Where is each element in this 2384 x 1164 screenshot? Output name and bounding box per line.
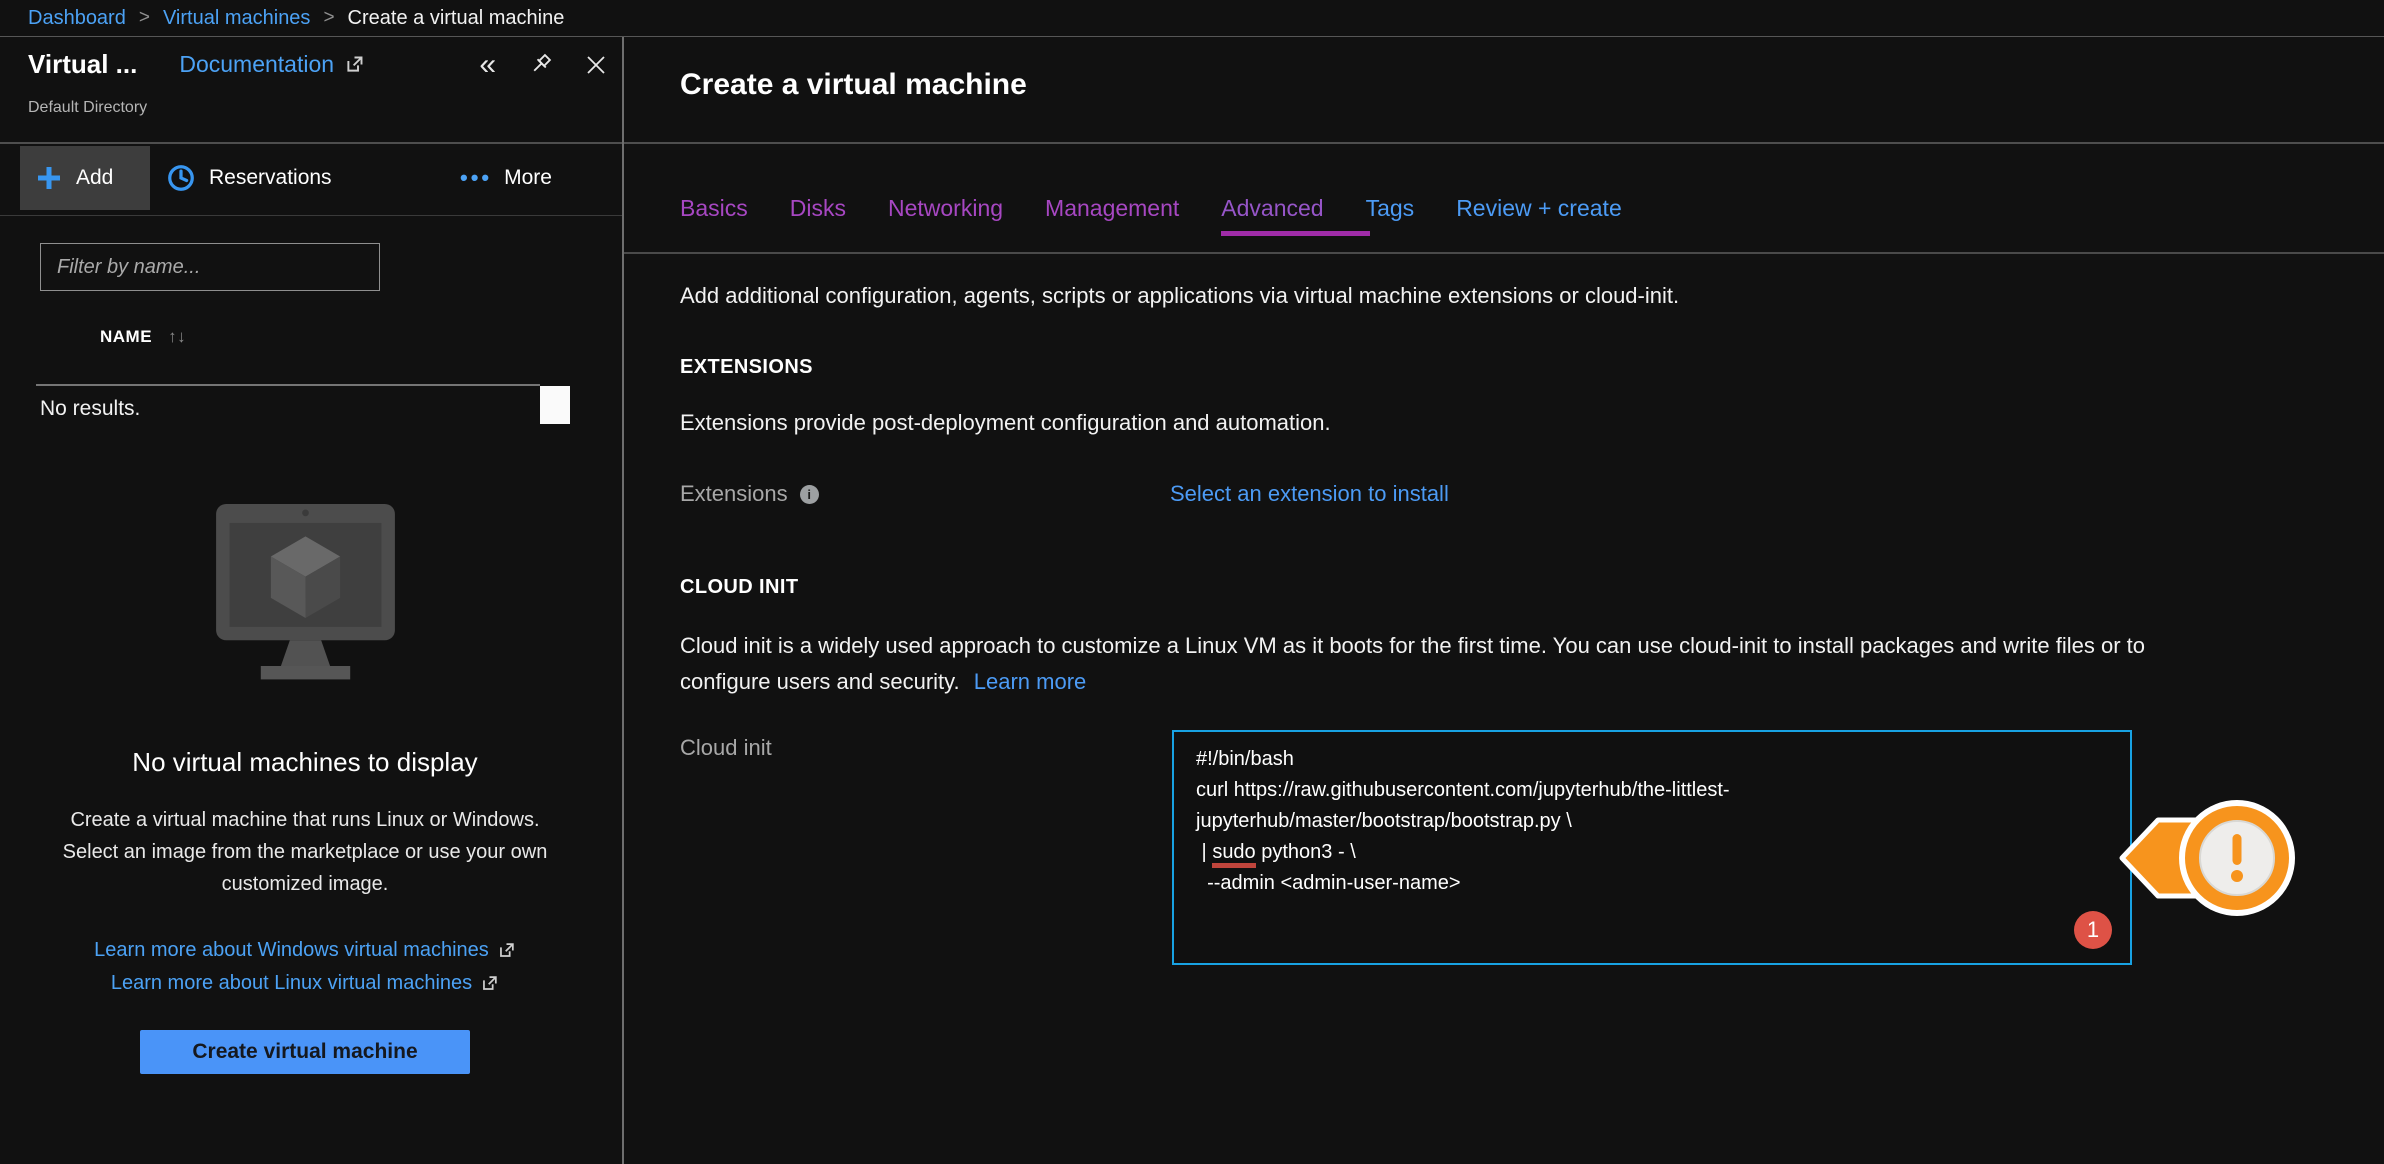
code-segment: | xyxy=(1196,841,1212,863)
virtual-machines-blade: Virtual ... Documentation « Default Dire… xyxy=(0,37,622,1164)
clock-icon xyxy=(166,163,196,193)
code-line: jupyterhub/master/bootstrap/bootstrap.py… xyxy=(1196,806,2108,837)
code-line: #!/bin/bash xyxy=(1196,744,2108,775)
empty-state: No virtual machines to display Create a … xyxy=(0,495,610,1074)
plus-icon xyxy=(36,165,62,191)
info-icon[interactable]: i xyxy=(800,485,819,504)
close-icon[interactable] xyxy=(584,53,608,77)
empty-state-description: Create a virtual machine that runs Linux… xyxy=(53,804,558,900)
learn-more-windows-label: Learn more about Windows virtual machine… xyxy=(94,934,489,967)
cloud-init-description: Cloud init is a widely used approach to … xyxy=(680,628,2210,700)
name-column-label: NAME xyxy=(100,327,152,346)
ellipsis-icon: ••• xyxy=(460,165,492,191)
tab-basics[interactable]: Basics xyxy=(680,195,748,222)
tabs-divider xyxy=(624,252,2384,254)
breadcrumb-separator-icon: > xyxy=(323,7,334,29)
more-button[interactable]: ••• More xyxy=(460,146,552,210)
documentation-link[interactable]: Documentation xyxy=(179,51,365,78)
extensions-field-label: Extensions xyxy=(680,481,788,507)
name-column-header[interactable]: NAME ↑↓ xyxy=(100,327,186,347)
blade-title: Virtual ... xyxy=(28,49,137,80)
pin-icon[interactable] xyxy=(526,51,554,79)
select-extension-link[interactable]: Select an extension to install xyxy=(1170,481,1449,507)
blade-header: Virtual ... Documentation « xyxy=(28,49,608,80)
warning-annotation-marker xyxy=(2112,778,2312,938)
breadcrumb-virtual-machines[interactable]: Virtual machines xyxy=(163,7,310,30)
learn-more-linux-label: Learn more about Linux virtual machines xyxy=(111,967,472,1000)
misspelled-word: sudo xyxy=(1212,841,1255,868)
cloud-init-field-label: Cloud init xyxy=(680,735,772,761)
annotation-count-badge: 1 xyxy=(2074,911,2112,949)
reservations-label: Reservations xyxy=(209,166,332,190)
table-row-divider xyxy=(36,384,540,386)
extensions-description: Extensions provide post-deployment confi… xyxy=(680,410,1331,436)
page-title: Create a virtual machine xyxy=(680,68,1027,102)
documentation-label: Documentation xyxy=(179,51,334,78)
blade-toolbar: Add Reservations ••• More xyxy=(0,142,622,215)
collapse-blade-icon[interactable]: « xyxy=(479,50,496,80)
add-button[interactable]: Add xyxy=(20,146,150,210)
scrollbar-thumb[interactable] xyxy=(540,386,570,424)
empty-state-heading: No virtual machines to display xyxy=(0,747,610,778)
more-label: More xyxy=(504,166,552,190)
cloud-init-description-text: Cloud init is a widely used approach to … xyxy=(680,633,2145,694)
learn-more-windows-link[interactable]: Learn more about Windows virtual machine… xyxy=(94,934,516,967)
reservations-button[interactable]: Reservations xyxy=(166,146,332,210)
vm-monitor-illustration xyxy=(193,495,418,685)
learn-more-linux-link[interactable]: Learn more about Linux virtual machines xyxy=(111,967,499,1000)
code-line: --admin <admin-user-name> xyxy=(1196,868,2108,899)
breadcrumb-separator-icon: > xyxy=(139,7,150,29)
wizard-tabs: Basics Disks Networking Management Advan… xyxy=(680,195,1622,222)
tab-networking[interactable]: Networking xyxy=(888,195,1003,222)
tab-tags[interactable]: Tags xyxy=(1366,195,1415,222)
sort-arrows-icon: ↑↓ xyxy=(168,327,186,346)
directory-label: Default Directory xyxy=(28,99,147,117)
cloud-init-section-heading: CLOUD INIT xyxy=(680,576,798,599)
external-link-icon xyxy=(344,54,365,75)
breadcrumb-current: Create a virtual machine xyxy=(348,7,565,30)
tab-review-create[interactable]: Review + create xyxy=(1456,195,1622,222)
toolbar-divider xyxy=(0,215,622,216)
create-vm-panel: Create a virtual machine Basics Disks Ne… xyxy=(624,37,2384,1164)
code-line: | sudo python3 - \ xyxy=(1196,837,2108,868)
cloud-init-textarea[interactable]: #!/bin/bash curl https://raw.githubuserc… xyxy=(1172,730,2132,965)
no-results-text: No results. xyxy=(40,397,140,421)
tab-management[interactable]: Management xyxy=(1045,195,1179,222)
advanced-tab-description: Add additional configuration, agents, sc… xyxy=(680,283,1679,309)
external-link-icon xyxy=(497,941,516,960)
add-label: Add xyxy=(76,166,113,190)
code-segment: python3 - \ xyxy=(1256,841,1356,863)
create-virtual-machine-button[interactable]: Create virtual machine xyxy=(140,1030,470,1074)
tab-disks[interactable]: Disks xyxy=(790,195,846,222)
breadcrumb-dashboard[interactable]: Dashboard xyxy=(28,7,126,30)
breadcrumb: Dashboard > Virtual machines > Create a … xyxy=(0,0,2384,36)
filter-by-name-input[interactable] xyxy=(40,243,380,291)
extensions-section-heading: EXTENSIONS xyxy=(680,356,813,379)
tab-advanced[interactable]: Advanced xyxy=(1221,195,1323,222)
learn-more-link[interactable]: Learn more xyxy=(974,669,1087,694)
code-line: curl https://raw.githubusercontent.com/j… xyxy=(1196,775,2108,806)
external-link-icon xyxy=(480,974,499,993)
